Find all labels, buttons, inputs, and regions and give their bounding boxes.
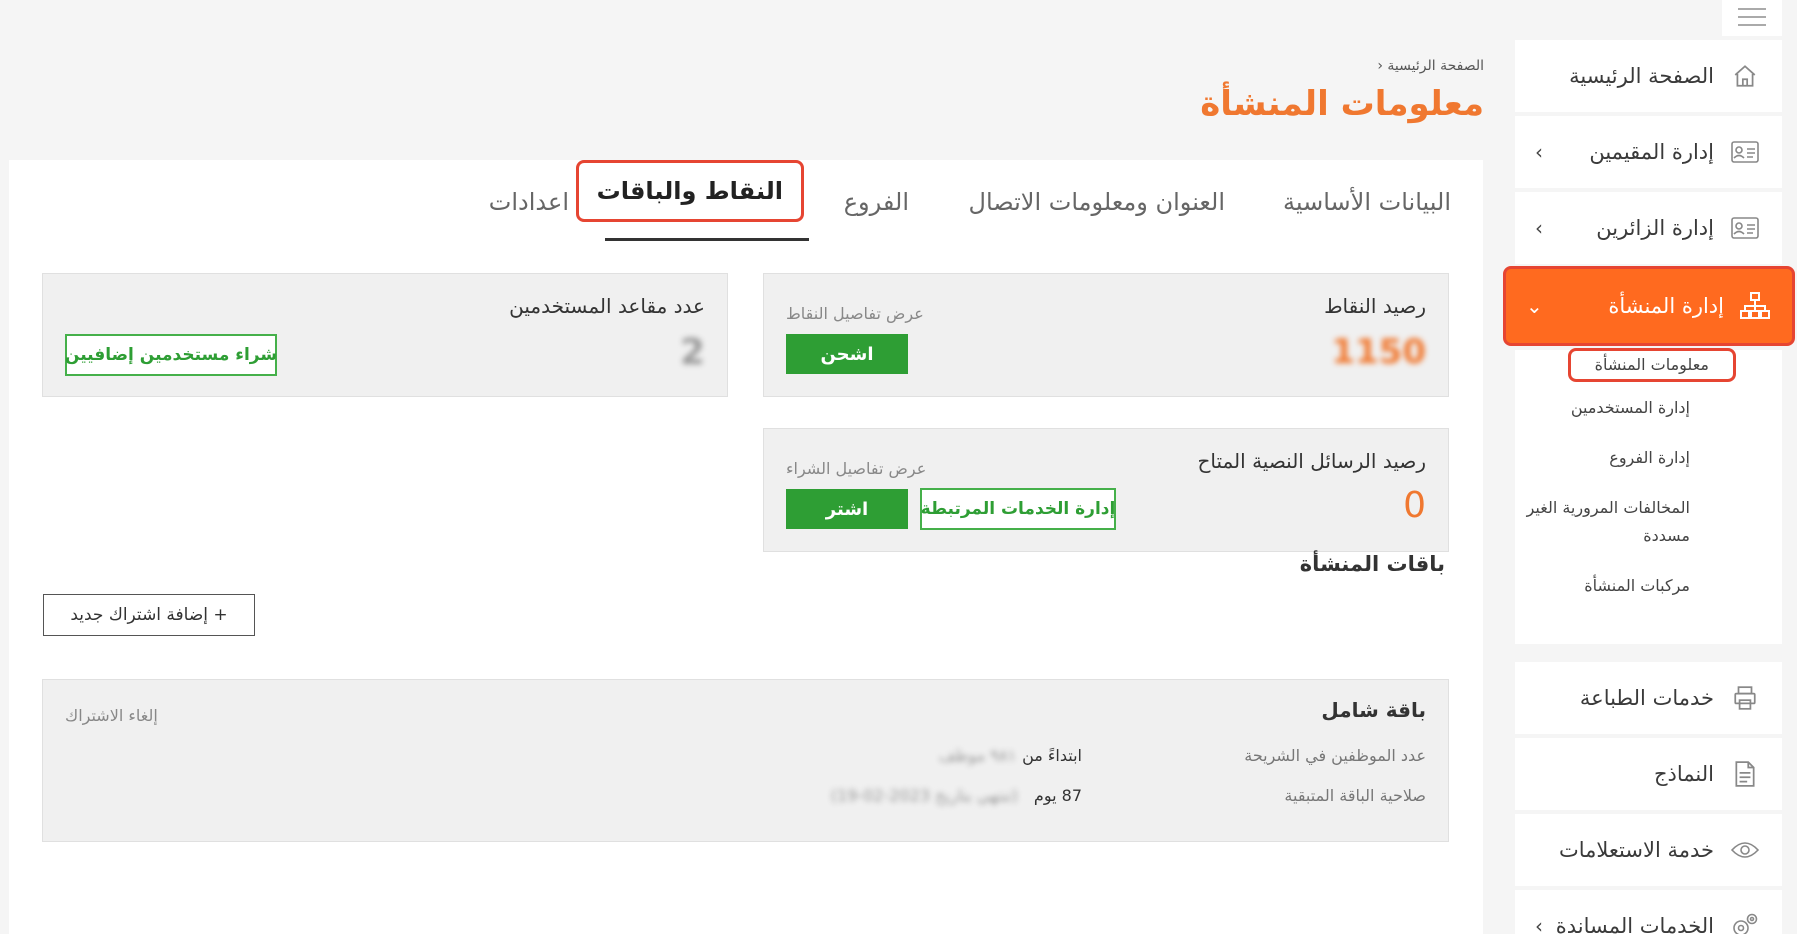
user-seats-card: عدد مقاعد المستخدمين 2 شراء مستخدمين إضا… bbox=[42, 273, 728, 397]
add-subscription-button[interactable]: + إضافة اشتراك جديد bbox=[43, 594, 255, 636]
sidebar-item-label: الخدمات المساندة bbox=[1555, 914, 1714, 934]
recharge-button[interactable]: اشحن bbox=[786, 334, 908, 374]
eye-icon bbox=[1730, 835, 1760, 865]
employees-label: عدد الموظفين في الشريحة bbox=[1244, 746, 1426, 765]
employees-prefix: ابتداءً من bbox=[1022, 746, 1082, 765]
chevron-left-icon: ‹ bbox=[1535, 914, 1543, 934]
breadcrumb-home[interactable]: الصفحة الرئيسية bbox=[1387, 58, 1484, 74]
points-balance-card: رصيد النقاط 1150 عرض تفاصيل النقاط اشحن bbox=[763, 273, 1449, 397]
sms-balance-title: رصيد الرسائل النصية المتاح bbox=[1197, 449, 1426, 473]
document-icon bbox=[1730, 759, 1760, 789]
home-icon bbox=[1730, 61, 1760, 91]
sidebar-item-label: النماذج bbox=[1653, 762, 1714, 786]
facility-submenu: معلومات المنشأة إدارة المستخدمين إدارة ا… bbox=[1515, 348, 1782, 644]
sidebar-item-inquiries[interactable]: خدمة الاستعلامات bbox=[1515, 814, 1782, 886]
page-title: معلومات المنشأة bbox=[1200, 84, 1484, 124]
sidebar-item-label: إدارة الزائرين bbox=[1596, 216, 1714, 240]
chevron-left-icon: ‹ bbox=[1535, 216, 1543, 240]
printer-icon bbox=[1730, 683, 1760, 713]
id-card-icon bbox=[1730, 137, 1760, 167]
manage-linked-services-button[interactable]: إدارة الخدمات المرتبطة bbox=[920, 488, 1116, 530]
buy-sms-button[interactable]: اشتر bbox=[786, 489, 908, 529]
submenu-item-traffic-violations[interactable]: المخالفات المرورية الغير مسددة bbox=[1510, 494, 1690, 550]
user-seats-title: عدد مقاعد المستخدمين bbox=[509, 294, 705, 318]
sidebar-item-label: إدارة المنشأة bbox=[1608, 294, 1724, 318]
view-points-details-link[interactable]: عرض تفاصيل النقاط bbox=[786, 304, 924, 323]
submenu-item-users[interactable]: إدارة المستخدمين bbox=[1571, 394, 1690, 422]
tab-address-contact[interactable]: العنوان ومعلومات الاتصال bbox=[969, 188, 1225, 216]
points-balance-title: رصيد النقاط bbox=[1324, 294, 1426, 318]
chevron-left-icon: ‹ bbox=[1535, 140, 1543, 164]
sidebar-item-visitors[interactable]: ‹ إدارة الزائرين bbox=[1515, 192, 1782, 264]
packages-section-title: باقات المنشأة bbox=[1299, 552, 1445, 576]
package-name: باقة شامل bbox=[1321, 698, 1426, 722]
sidebar-item-forms[interactable]: النماذج bbox=[1515, 738, 1782, 810]
sidebar-item-label: خدمة الاستعلامات bbox=[1558, 838, 1714, 862]
submenu-item-facility-info[interactable]: معلومات المنشأة bbox=[1567, 348, 1736, 382]
sidebar-item-label: إدارة المقيمين bbox=[1589, 140, 1714, 164]
tab-settings[interactable]: اعدادات bbox=[489, 188, 569, 216]
chevron-left-icon: ‹ bbox=[1377, 58, 1383, 74]
tab-branches[interactable]: الفروع bbox=[844, 188, 909, 216]
active-tab-indicator bbox=[605, 238, 809, 241]
sms-balance-card: رصيد الرسائل النصية المتاح 0 عرض تفاصيل … bbox=[763, 428, 1449, 552]
id-card-icon bbox=[1730, 213, 1760, 243]
cancel-subscription-link[interactable]: إلغاء الاشتراك bbox=[65, 706, 158, 725]
org-chart-icon bbox=[1740, 291, 1770, 321]
sidebar-item-facility[interactable]: ⌄ إدارة المنشأة bbox=[1503, 266, 1795, 346]
chevron-down-icon: ⌄ bbox=[1526, 294, 1543, 318]
validity-value: 87 يوم bbox=[1033, 786, 1082, 805]
package-card: باقة شامل إلغاء الاشتراك عدد الموظفين في… bbox=[42, 679, 1449, 842]
sidebar-item-printing[interactable]: خدمات الطباعة bbox=[1515, 662, 1782, 734]
tab-basic-data[interactable]: البيانات الأساسية bbox=[1283, 188, 1451, 216]
gears-icon bbox=[1730, 911, 1760, 934]
validity-label: صلاحية الباقة المتبقية bbox=[1284, 786, 1426, 805]
menu-toggle-button[interactable] bbox=[1722, 0, 1782, 36]
employees-value: ٩٨١ موظف bbox=[939, 746, 1016, 765]
sidebar-item-support-services[interactable]: ‹ الخدمات المساندة bbox=[1515, 890, 1782, 934]
submenu-item-branches[interactable]: إدارة الفروع bbox=[1609, 444, 1690, 472]
breadcrumb[interactable]: الصفحة الرئيسية ‹ bbox=[1377, 58, 1484, 74]
sidebar-item-label: خدمات الطباعة bbox=[1579, 686, 1714, 710]
points-balance-value: 1150 bbox=[1331, 332, 1426, 372]
sidebar: الصفحة الرئيسية ‹ إدارة المقيمين ‹ إدارة… bbox=[1503, 40, 1795, 934]
main-panel: البيانات الأساسية العنوان ومعلومات الاتص… bbox=[9, 160, 1483, 934]
tab-points-packages[interactable]: النقاط والباقات bbox=[575, 160, 804, 222]
view-purchase-details-link[interactable]: عرض تفاصيل الشراء bbox=[786, 459, 926, 478]
sidebar-item-residents[interactable]: ‹ إدارة المقيمين bbox=[1515, 116, 1782, 188]
sms-balance-value: 0 bbox=[1403, 485, 1426, 526]
validity-end-date: (تنتهي بتاريخ 2023-02-19) bbox=[830, 786, 1018, 805]
sidebar-item-label: الصفحة الرئيسية bbox=[1569, 64, 1714, 88]
buy-extra-users-button[interactable]: شراء مستخدمين إضافيين bbox=[65, 334, 277, 376]
user-seats-value: 2 bbox=[679, 332, 705, 373]
tab-bar: البيانات الأساسية العنوان ومعلومات الاتص… bbox=[9, 160, 1483, 242]
submenu-item-vehicles[interactable]: مركبات المنشأة bbox=[1584, 572, 1690, 600]
sidebar-item-home[interactable]: الصفحة الرئيسية bbox=[1515, 40, 1782, 112]
